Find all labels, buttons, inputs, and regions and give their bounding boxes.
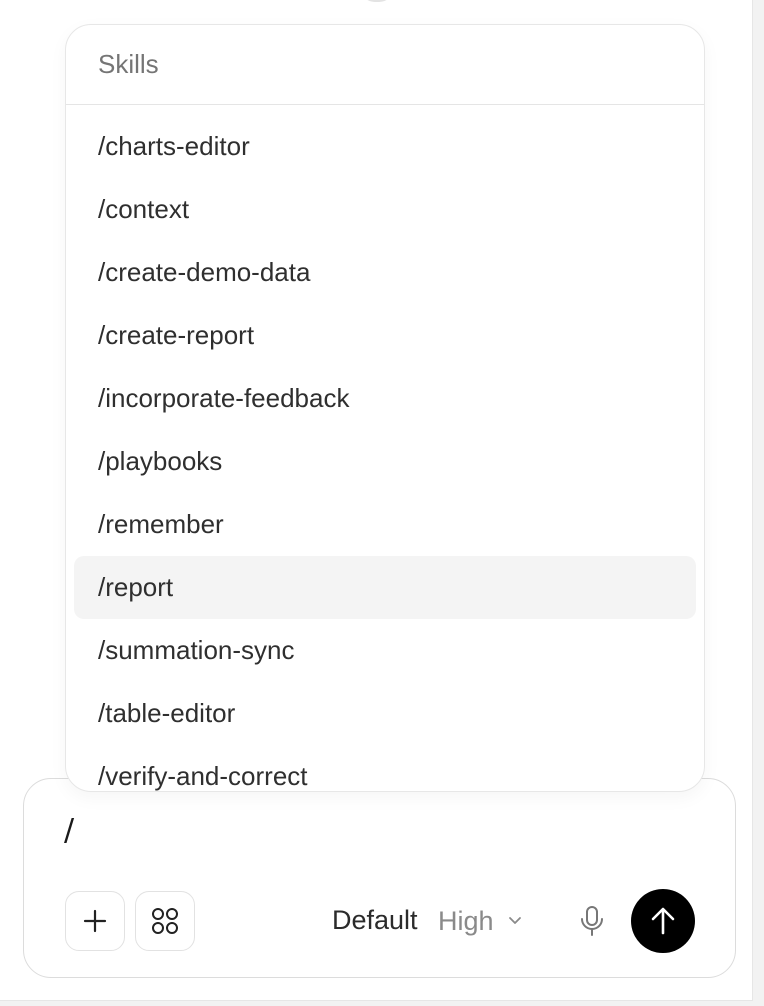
- send-button[interactable]: [631, 889, 695, 953]
- skills-header-title: Skills: [98, 49, 159, 79]
- mode-label[interactable]: Default: [332, 905, 418, 936]
- effort-value: High: [438, 905, 494, 936]
- effort-select[interactable]: High: [438, 901, 522, 941]
- chevron-down-icon: [508, 917, 521, 924]
- plus-icon: [83, 909, 107, 933]
- skill-item-charts-editor[interactable]: /charts-editor: [74, 115, 696, 178]
- apps-grid-icon: [152, 908, 178, 934]
- add-attachment-button[interactable]: [65, 891, 125, 951]
- skill-item-playbooks[interactable]: /playbooks: [74, 430, 696, 493]
- microphone-icon: [581, 906, 603, 936]
- skill-item-report[interactable]: /report: [74, 556, 696, 619]
- skills-header: Skills: [66, 25, 704, 105]
- apps-button[interactable]: [135, 891, 195, 951]
- skill-item-context[interactable]: /context: [74, 178, 696, 241]
- skill-item-create-demo-data[interactable]: /create-demo-data: [74, 241, 696, 304]
- skill-item-verify-and-correct[interactable]: /verify-and-correct: [74, 745, 696, 791]
- skill-item-remember[interactable]: /remember: [74, 493, 696, 556]
- skill-item-incorporate-feedback[interactable]: /incorporate-feedback: [74, 367, 696, 430]
- arrow-up-icon: [651, 907, 675, 935]
- skills-list: /charts-editor /context /create-demo-dat…: [66, 105, 704, 791]
- skill-item-table-editor[interactable]: /table-editor: [74, 682, 696, 745]
- skill-item-summation-sync[interactable]: /summation-sync: [74, 619, 696, 682]
- composer: / Default High: [23, 778, 736, 978]
- composer-input[interactable]: /: [64, 813, 74, 848]
- background-element-edge: [366, 0, 388, 2]
- microphone-button[interactable]: [572, 901, 612, 941]
- skill-item-create-report[interactable]: /create-report: [74, 304, 696, 367]
- skills-popover: Skills /charts-editor /context /create-d…: [65, 24, 705, 792]
